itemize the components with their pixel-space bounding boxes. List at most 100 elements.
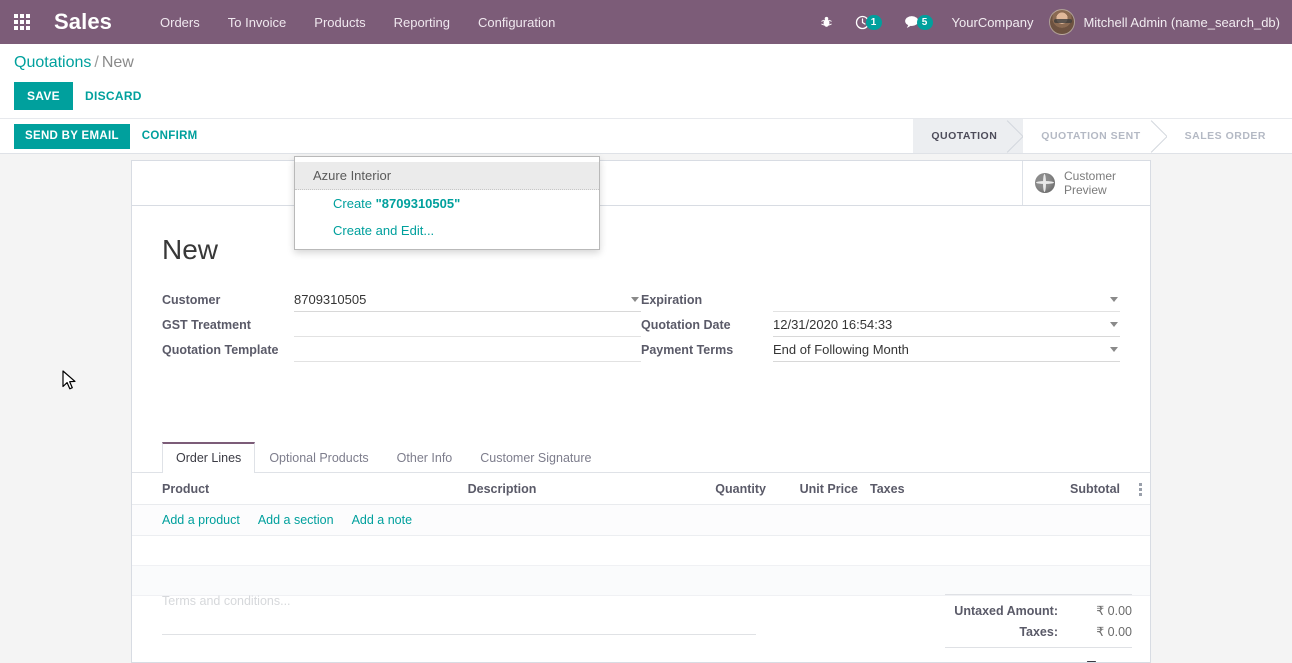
menu-item-orders[interactable]: Orders bbox=[146, 9, 214, 36]
tab-customer-signature[interactable]: Customer Signature bbox=[466, 442, 605, 473]
autocomplete-create-option[interactable]: Create "8709310505" bbox=[295, 190, 599, 217]
total-row-grand: Total: ₹ 0.00 bbox=[945, 647, 1132, 662]
total-row-taxes: Taxes: ₹ 0.00 bbox=[945, 621, 1132, 642]
user-menu[interactable]: Mitchell Admin (name_search_db) bbox=[1045, 9, 1280, 35]
tab-optional-products[interactable]: Optional Products bbox=[255, 442, 382, 473]
breadcrumb-current-new: New bbox=[101, 54, 134, 71]
field-row-payment-terms: Payment Terms End of Following Month bbox=[641, 340, 1120, 365]
total-row-untaxed: Untaxed Amount: ₹ 0.00 bbox=[945, 600, 1132, 621]
customer-preview-line2: Preview bbox=[1064, 183, 1107, 197]
avatar bbox=[1049, 9, 1076, 35]
notebook: Order Lines Optional Products Other Info… bbox=[132, 442, 1150, 596]
status-pipeline: QUOTATION QUOTATION SENT SALES ORDER bbox=[913, 119, 1292, 153]
vertical-dots-icon[interactable] bbox=[1134, 482, 1150, 496]
status-quotation-label: QUOTATION bbox=[931, 130, 998, 142]
customer-autocomplete-dropdown: Azure Interior Create "8709310505" Creat… bbox=[294, 156, 600, 250]
chevron-down-icon[interactable] bbox=[1110, 297, 1118, 302]
column-header-subtotal: Subtotal bbox=[1070, 482, 1120, 496]
user-name-label: Mitchell Admin (name_search_db) bbox=[1083, 14, 1280, 30]
status-sales-order-label: SALES ORDER bbox=[1184, 130, 1266, 142]
save-button[interactable]: SAVE bbox=[14, 82, 73, 110]
totals-block: Untaxed Amount: ₹ 0.00 Taxes: ₹ 0.00 Tot… bbox=[945, 594, 1150, 662]
create-quoted-value: "8709310505" bbox=[375, 196, 461, 211]
breadcrumb-parent-quotations[interactable]: Quotations bbox=[14, 54, 91, 71]
field-customer bbox=[294, 290, 641, 312]
gst-treatment-input[interactable] bbox=[294, 315, 641, 337]
status-quotation-sent-label: QUOTATION SENT bbox=[1041, 130, 1141, 142]
sheet-footer: Terms and conditions... Untaxed Amount: … bbox=[132, 594, 1150, 662]
table-row bbox=[132, 566, 1150, 596]
confirm-button[interactable]: CONFIRM bbox=[130, 124, 210, 148]
label-customer: Customer bbox=[162, 293, 221, 307]
discard-button[interactable]: DISCARD bbox=[73, 82, 154, 110]
activity-count-badge: 1 bbox=[865, 14, 882, 30]
label-quotation-template: Quotation Template bbox=[162, 343, 279, 357]
chevron-down-icon[interactable] bbox=[1110, 347, 1118, 352]
bug-icon[interactable] bbox=[809, 0, 844, 44]
chevron-down-icon[interactable] bbox=[631, 297, 639, 302]
order-lines-add-row: Add a product Add a section Add a note bbox=[132, 505, 1150, 536]
customer-preview-line1: Customer bbox=[1064, 169, 1117, 183]
status-sales-order[interactable]: SALES ORDER bbox=[1167, 119, 1292, 153]
chevron-down-icon[interactable] bbox=[1110, 322, 1118, 327]
activity-menu[interactable]: 1 bbox=[844, 0, 893, 44]
label-gst-treatment: GST Treatment bbox=[162, 318, 251, 332]
tab-other-info[interactable]: Other Info bbox=[383, 442, 467, 473]
menu-item-to-invoice[interactable]: To Invoice bbox=[214, 9, 301, 36]
payment-terms-input[interactable]: End of Following Month bbox=[773, 340, 1120, 362]
globe-icon bbox=[1035, 173, 1055, 193]
menu-item-products[interactable]: Products bbox=[300, 9, 379, 36]
main-menu: Orders To Invoice Products Reporting Con… bbox=[146, 9, 569, 36]
totals-separator bbox=[945, 594, 1132, 595]
add-a-note-link[interactable]: Add a note bbox=[352, 513, 412, 527]
terms-and-conditions[interactable]: Terms and conditions... bbox=[132, 594, 756, 662]
add-a-section-link[interactable]: Add a section bbox=[258, 513, 334, 527]
autocomplete-option-azure-interior[interactable]: Azure Interior bbox=[295, 162, 599, 190]
expiration-input[interactable] bbox=[773, 290, 1120, 312]
quotation-date-input[interactable]: 12/31/2020 16:54:33 bbox=[773, 315, 1120, 337]
messaging-menu[interactable]: 5 bbox=[893, 0, 944, 44]
column-header-product: Product bbox=[162, 482, 210, 496]
label-quotation-date: Quotation Date bbox=[641, 318, 731, 332]
customer-input[interactable] bbox=[294, 290, 641, 312]
company-switcher[interactable]: YourCompany bbox=[944, 15, 1046, 30]
field-quotation-date: 12/31/2020 16:54:33 bbox=[773, 315, 1120, 337]
notebook-tabs: Order Lines Optional Products Other Info… bbox=[132, 442, 1150, 473]
form-view-content: Customer Preview New Customer 8709310505… bbox=[0, 154, 1292, 663]
sheet-button-box: Customer Preview bbox=[131, 160, 1151, 205]
form-column-left: Customer GST Treatment Quotation Te bbox=[162, 290, 641, 365]
record-buttons: SAVE DISCARD bbox=[14, 82, 1292, 110]
taxes-label: Taxes: bbox=[1019, 625, 1058, 639]
column-header-quantity: Quantity bbox=[715, 482, 766, 496]
field-row-quotation-template: Quotation Template bbox=[162, 340, 641, 365]
top-navbar: Sales Orders To Invoice Products Reporti… bbox=[0, 0, 1292, 44]
quotation-template-input[interactable] bbox=[294, 340, 641, 362]
terms-placeholder: Terms and conditions... bbox=[162, 594, 291, 608]
messaging-count-badge: 5 bbox=[916, 14, 933, 30]
order-lines-table: Product Description Quantity Unit Price … bbox=[132, 473, 1150, 596]
menu-item-configuration[interactable]: Configuration bbox=[464, 9, 569, 36]
total-value: ₹ 0.00 bbox=[1058, 658, 1132, 662]
autocomplete-create-and-edit-option[interactable]: Create and Edit... bbox=[295, 217, 599, 244]
terms-underline bbox=[162, 634, 756, 635]
field-row-expiration: Expiration bbox=[641, 290, 1120, 315]
status-quotation[interactable]: QUOTATION bbox=[913, 119, 1024, 153]
menu-item-reporting[interactable]: Reporting bbox=[380, 9, 464, 36]
apps-grid-icon[interactable] bbox=[0, 0, 44, 44]
field-row-quotation-date: Quotation Date 12/31/2020 16:54:33 bbox=[641, 315, 1120, 340]
table-row bbox=[132, 536, 1150, 566]
status-arrow-icon bbox=[1149, 119, 1167, 153]
send-by-email-button[interactable]: SEND BY EMAIL bbox=[14, 123, 130, 149]
tab-order-lines[interactable]: Order Lines bbox=[162, 442, 256, 473]
label-payment-terms: Payment Terms bbox=[641, 343, 734, 357]
customer-preview-button[interactable]: Customer Preview bbox=[1022, 161, 1150, 205]
status-quotation-sent[interactable]: QUOTATION SENT bbox=[1023, 119, 1166, 153]
app-brand-sales[interactable]: Sales bbox=[54, 11, 112, 33]
field-quotation-template bbox=[294, 340, 641, 362]
untaxed-amount-value: ₹ 0.00 bbox=[1096, 604, 1132, 618]
field-payment-terms: End of Following Month bbox=[773, 340, 1120, 362]
form-column-right: Expiration Quotation Date 12/31/2020 16:… bbox=[641, 290, 1120, 365]
add-a-product-link[interactable]: Add a product bbox=[162, 513, 240, 527]
form-fields: Customer GST Treatment Quotation Te bbox=[162, 290, 1120, 365]
untaxed-amount-label: Untaxed Amount: bbox=[954, 604, 1058, 618]
